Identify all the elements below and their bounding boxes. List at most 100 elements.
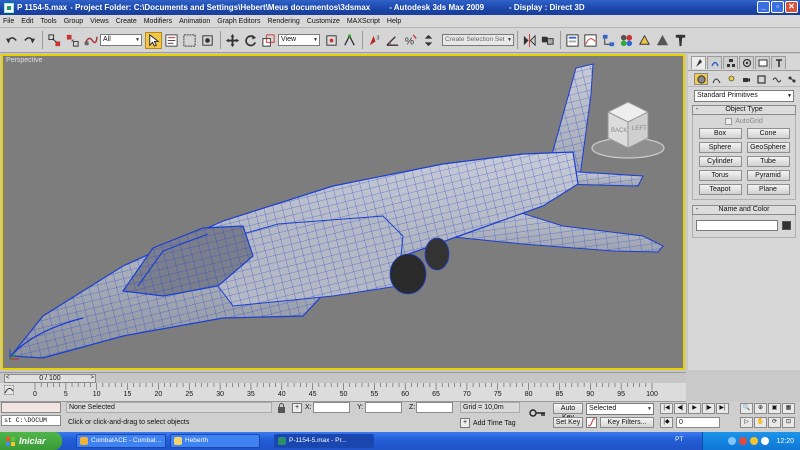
menu-modifiers[interactable]: Modifiers [144,18,172,25]
spinner-snap-icon[interactable] [420,32,437,49]
taskbar-item-heberth[interactable]: Heberth [170,434,260,448]
modify-tab-icon[interactable] [707,56,722,69]
key-mode-dropdown[interactable]: Selected [586,403,654,415]
cylinder-button[interactable]: Cylinder [698,156,742,167]
menu-group[interactable]: Group [64,18,83,25]
named-selection-sets-dropdown[interactable]: Create Selection Set [442,34,514,46]
minimize-button[interactable]: _ [757,1,770,13]
move-icon[interactable] [224,32,241,49]
maxscript-mini-listener[interactable]: st C:\DOCUM [1,415,61,426]
default-in-out-tangent-icon[interactable] [586,417,597,428]
cone-button[interactable]: Cone [746,128,790,139]
zoom-all-icon[interactable]: ⊕ [754,403,767,414]
select-link-icon[interactable] [46,32,63,49]
menu-maxscript[interactable]: MAXScript [347,18,380,25]
maxscript-mini-listener-top[interactable] [1,402,61,413]
add-time-tag-label[interactable]: Add Time Tag [473,420,516,427]
primitive-category-dropdown[interactable]: Standard Primitives [694,90,794,102]
go-to-end-icon[interactable]: ▶| [716,403,729,414]
volume-icon[interactable] [750,437,759,445]
key-mode-toggle-icon[interactable]: |◆ [660,417,673,428]
material-editor-icon[interactable] [618,32,635,49]
maximize-viewport-icon[interactable]: ⊡ [782,417,795,428]
network-icon[interactable] [728,437,737,445]
menu-rendering[interactable]: Rendering [267,18,299,25]
window-crossing-icon[interactable] [199,32,216,49]
start-button[interactable]: Iniciar [0,432,62,450]
x-coordinate-field[interactable] [313,402,350,413]
orbit-icon[interactable]: ⟳ [768,417,781,428]
layer-manager-icon[interactable] [564,32,581,49]
sphere-button[interactable]: Sphere [698,142,742,153]
field-of-view-icon[interactable]: ▷ [740,417,753,428]
menu-file[interactable]: File [3,18,14,25]
select-manipulate-icon[interactable] [341,32,358,49]
security-icon[interactable] [739,437,748,445]
auto-key-button[interactable]: Auto Key [553,403,583,421]
menu-customize[interactable]: Customize [307,18,340,25]
menu-graph-editors[interactable]: Graph Editors [217,18,260,25]
torus-button[interactable]: Torus [698,170,742,181]
menu-edit[interactable]: Edit [21,18,33,25]
rollout-collapse-toggle[interactable]: - [696,106,698,114]
create-tab-icon[interactable] [691,56,706,69]
menu-help[interactable]: Help [387,18,401,25]
geometry-icon[interactable] [694,73,708,85]
notification-icon[interactable] [761,437,770,445]
language-indicator[interactable]: PT [675,436,683,443]
autogrid-check-icon[interactable] [725,118,733,125]
set-key-button[interactable]: Set Key [553,417,583,428]
autogrid-checkbox[interactable]: AutoGrid [693,118,795,125]
display-tab-icon[interactable] [755,56,770,69]
select-by-name-icon[interactable] [163,32,180,49]
current-frame-field[interactable]: 0 [676,417,720,428]
go-to-start-icon[interactable]: |◀ [660,403,673,414]
key-icon[interactable] [529,407,547,419]
menu-animation[interactable]: Animation [179,18,210,25]
viewcube-back-face[interactable]: BACK [611,128,627,134]
start-label[interactable]: Iniciar [19,436,46,446]
render-setup-icon[interactable] [636,32,653,49]
undo-icon[interactable] [3,32,20,49]
maximize-button[interactable]: ▫ [771,1,784,13]
region-select-icon[interactable] [181,32,198,49]
reference-coordinate-dropdown[interactable]: View [278,34,320,46]
helpers-icon[interactable] [754,73,768,85]
rollout-collapse-toggle[interactable]: - [696,206,698,214]
object-color-swatch[interactable] [782,221,791,230]
zoom-extents-icon[interactable]: ▣ [768,403,781,414]
tube-button[interactable]: Tube [746,156,790,167]
curve-editor-icon[interactable] [582,32,599,49]
geosphere-button[interactable]: GeoSphere [746,142,790,153]
box-button[interactable]: Box [698,128,742,139]
percent-snap-icon[interactable]: % [402,32,419,49]
unlink-icon[interactable] [64,32,81,49]
add-time-tag-icon[interactable]: + [460,418,470,428]
absolute-mode-icon[interactable]: + [292,403,302,413]
space-warps-icon[interactable] [769,73,783,85]
taskbar-item-combatace[interactable]: CombatACE - Combat... [76,434,166,448]
viewcube[interactable]: BACK LEFT [588,92,670,162]
object-type-rollout-header[interactable]: - Object Type [692,105,796,115]
rendered-frame-icon[interactable] [654,32,671,49]
align-icon[interactable] [539,32,556,49]
menu-create[interactable]: Create [116,18,137,25]
snaps-3d-icon[interactable]: 3 [366,32,383,49]
quick-render-icon[interactable] [672,32,689,49]
y-coordinate-field[interactable] [365,402,402,413]
lights-icon[interactable] [724,73,738,85]
z-coordinate-field[interactable] [416,402,453,413]
lock-selection-icon[interactable] [277,403,286,413]
hierarchy-tab-icon[interactable] [723,56,738,69]
pivot-icon[interactable] [323,32,340,49]
rotate-icon[interactable] [242,32,259,49]
next-frame-icon[interactable]: |▶ [702,403,715,414]
shapes-icon[interactable] [709,73,723,85]
play-icon[interactable]: ▶ [688,403,701,414]
pan-view-icon[interactable]: ✋ [754,417,767,428]
plane-button[interactable]: Plane [746,184,790,195]
object-name-field[interactable] [696,220,778,231]
time-slider[interactable]: 0 / 100 [0,372,686,383]
close-button[interactable]: ✕ [785,1,798,13]
zoom-icon[interactable]: 🔍 [740,403,753,414]
